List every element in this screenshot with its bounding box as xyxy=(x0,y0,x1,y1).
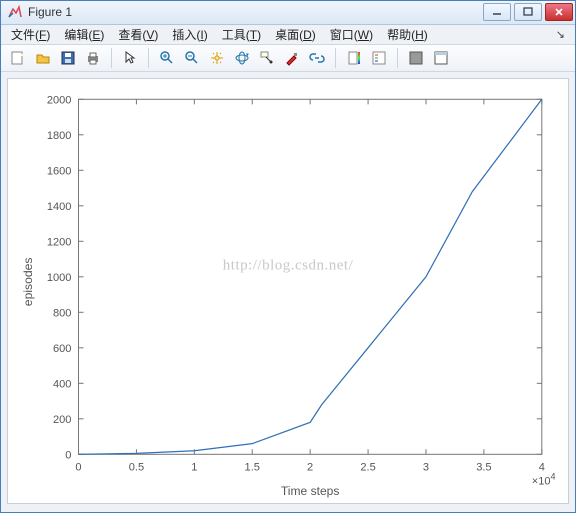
hide-tools-icon[interactable] xyxy=(405,47,427,69)
menu-item-t[interactable]: 工具(T) xyxy=(222,26,261,43)
colorbar-icon[interactable] xyxy=(343,47,365,69)
y-tick-label: 600 xyxy=(53,343,71,355)
y-tick-label: 0 xyxy=(65,449,71,461)
menu-item-i[interactable]: 插入(I) xyxy=(172,26,207,43)
pointer-icon[interactable] xyxy=(119,47,141,69)
close-button[interactable] xyxy=(545,3,573,21)
data-cursor-icon[interactable] xyxy=(256,47,278,69)
zoom-in-icon[interactable] xyxy=(156,47,178,69)
print-icon[interactable] xyxy=(82,47,104,69)
open-icon[interactable] xyxy=(32,47,54,69)
menu-item-h[interactable]: 帮助(H) xyxy=(387,26,428,43)
axes[interactable]: 0 200 400 600 800 1000 1200 1400 1600 1800 2000 0 0… xyxy=(8,79,568,503)
menu-item-e[interactable]: 编辑(E) xyxy=(64,26,104,43)
figure-window: Figure 1 文件(F) 编辑(E) 查看(V) 插入(I) 工具(T) 桌面(D) 窗… xyxy=(0,0,576,513)
rotate3d-icon[interactable] xyxy=(231,47,253,69)
window-title: Figure 1 xyxy=(28,5,483,19)
y-tick-label: 1000 xyxy=(47,272,72,284)
y-tick-label: 2000 xyxy=(47,94,72,106)
toolbar xyxy=(1,45,575,72)
toolbar-separator xyxy=(111,48,112,68)
legend-icon[interactable] xyxy=(368,47,390,69)
menu-item-w[interactable]: 窗口(W) xyxy=(330,26,373,43)
maximize-button[interactable] xyxy=(514,3,542,21)
x-tick-label: 4 xyxy=(539,462,545,474)
link-icon[interactable] xyxy=(306,47,328,69)
y-tick-label: 400 xyxy=(53,378,71,390)
show-tools-icon[interactable] xyxy=(430,47,452,69)
save-icon[interactable] xyxy=(57,47,79,69)
y-tick-label: 800 xyxy=(53,307,71,319)
window-buttons xyxy=(483,3,573,21)
x-tick-label: 0 xyxy=(75,462,81,474)
y-tick-label: 1800 xyxy=(47,130,72,142)
x-tick-label: 3 xyxy=(423,462,429,474)
toolbar-separator xyxy=(335,48,336,68)
y-tick-label: 1600 xyxy=(47,165,72,177)
y-axis-label: episodes xyxy=(21,258,35,307)
x-tick-label: 3.5 xyxy=(476,462,491,474)
toolbar-separator xyxy=(148,48,149,68)
zoom-out-icon[interactable] xyxy=(181,47,203,69)
menu-item-d[interactable]: 桌面(D) xyxy=(275,26,316,43)
menu-item-v[interactable]: 查看(V) xyxy=(118,26,158,43)
menu-bar: 文件(F) 编辑(E) 查看(V) 插入(I) 工具(T) 桌面(D) 窗口(W) 帮助(H)… xyxy=(1,25,575,45)
x-axis-label: Time steps xyxy=(281,484,340,498)
brush-icon[interactable] xyxy=(281,47,303,69)
x-tick-label: 0.5 xyxy=(129,462,144,474)
title-bar: Figure 1 xyxy=(1,1,575,25)
minimize-button[interactable] xyxy=(483,3,511,21)
figure-canvas: 0 200 400 600 800 1000 1200 1400 1600 1800 2000 0 0… xyxy=(1,72,575,512)
y-tick-label: 200 xyxy=(53,414,71,426)
x-exponent: ×104 xyxy=(532,472,556,488)
x-tick-label: 1.5 xyxy=(245,462,260,474)
x-tick-label: 2 xyxy=(307,462,313,474)
data-line xyxy=(79,99,542,454)
x-tick-label: 2.5 xyxy=(360,462,375,474)
new-figure-icon[interactable] xyxy=(7,47,29,69)
plot-panel[interactable]: 0 200 400 600 800 1000 1200 1400 1600 1800 2000 0 0… xyxy=(7,78,569,504)
menu-item-f[interactable]: 文件(F) xyxy=(11,26,50,43)
y-tick-label: 1400 xyxy=(47,201,72,213)
dock-button[interactable]: ↘ xyxy=(556,28,565,41)
toolbar-separator xyxy=(397,48,398,68)
matlab-icon xyxy=(7,4,23,20)
y-tick-label: 1200 xyxy=(47,236,72,248)
x-tick-label: 1 xyxy=(191,462,197,474)
pan-icon[interactable] xyxy=(206,47,228,69)
